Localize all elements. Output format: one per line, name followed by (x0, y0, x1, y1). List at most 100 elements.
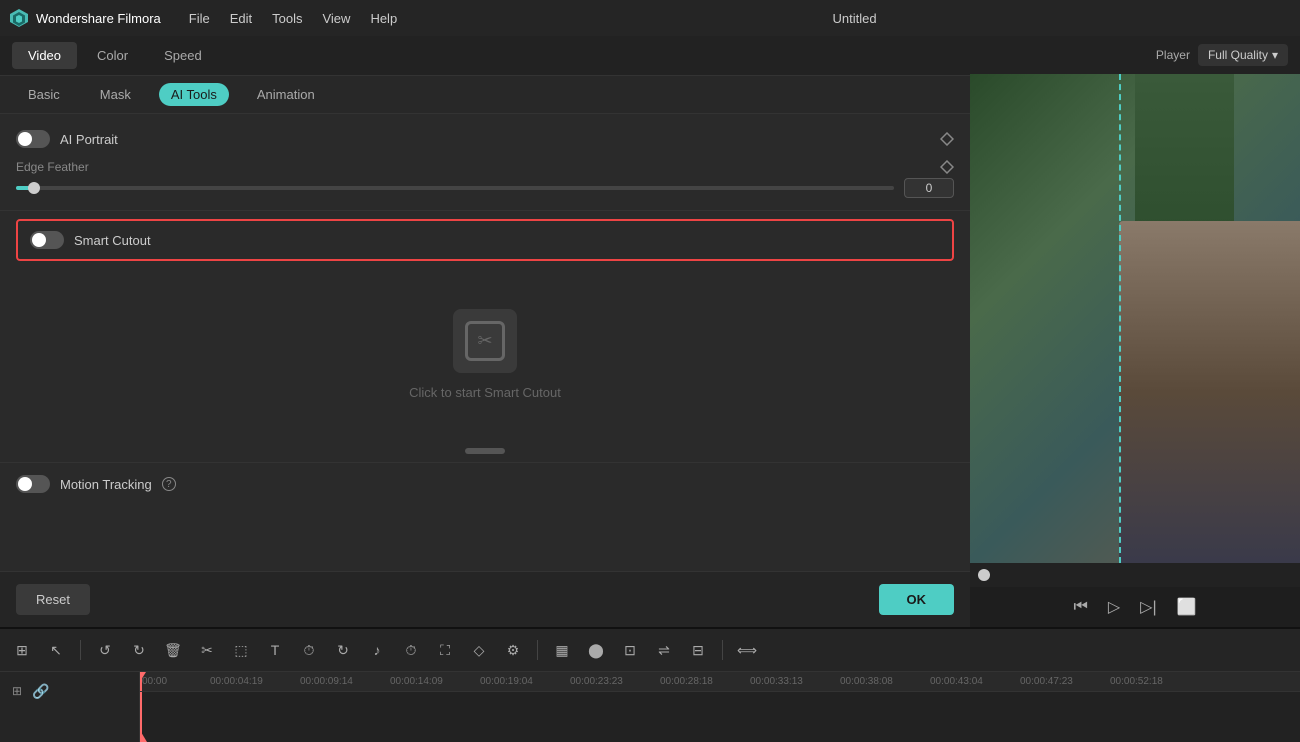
timeline-ruler: 00:00 00:00:04:19 00:00:09:14 00:00:14:0… (140, 672, 1300, 692)
step-forward-button[interactable]: ▷| (1140, 597, 1156, 617)
adjust2-btn[interactable]: ⟺ (733, 636, 761, 664)
app-logo: Wondershare Filmora (8, 7, 161, 29)
tab-video[interactable]: Video (12, 42, 77, 69)
menu-file[interactable]: File (189, 11, 210, 26)
tab-speed[interactable]: Speed (148, 42, 218, 69)
motion-tracking-toggle[interactable] (16, 475, 50, 493)
ruler-mark-10: 00:00:47:23 (1020, 676, 1110, 687)
playhead-ruler (140, 672, 142, 691)
menu-help[interactable]: Help (370, 11, 397, 26)
motion-tracking-help-icon[interactable]: ? (162, 477, 176, 491)
replace-btn[interactable]: ⊟ (684, 636, 712, 664)
video-frame (970, 74, 1300, 563)
menu-bar: Wondershare Filmora File Edit Tools View… (0, 0, 1300, 36)
sub-tabs: Basic Mask AI Tools Animation (0, 76, 970, 114)
ai-portrait-diamond-icon (940, 132, 954, 146)
reset-button[interactable]: Reset (16, 584, 90, 615)
edge-feather-slider-row: 0 (16, 178, 954, 198)
play-button[interactable]: ▷ (1108, 597, 1120, 617)
scroll-pill (465, 448, 505, 454)
player-timeline-bar[interactable] (970, 563, 1300, 587)
timeline-toolbar: ⊞ ↖ ↺ ↻ 🗑 ✂ ⬚ T ⏱ ↻ ♪ ⏱ ⛶ ◇ ⚙ ▦ ⬤ ⊡ ⇌ ⊟ … (0, 629, 1300, 672)
ruler-mark-9: 00:00:43:04 (930, 676, 1020, 687)
record-btn[interactable]: ⬤ (582, 636, 610, 664)
ai-portrait-label: AI Portrait (60, 132, 118, 147)
flip-btn[interactable]: ⇌ (650, 636, 678, 664)
split-tool-btn[interactable]: ⊞ (8, 636, 36, 664)
timer-btn[interactable]: ⏱ (295, 636, 323, 664)
player-label: Player (1156, 48, 1190, 62)
adjust-btn[interactable]: ⚙ (499, 636, 527, 664)
quality-chevron-icon: ▾ (1272, 48, 1278, 62)
ruler-marks-container: 00:00 00:00:04:19 00:00:09:14 00:00:14:0… (140, 676, 1300, 687)
timeline-track-content: 00:00 00:00:04:19 00:00:09:14 00:00:14:0… (140, 672, 1300, 742)
edge-feather-slider[interactable] (16, 186, 894, 190)
player-header: Player Full Quality ▾ (970, 36, 1300, 74)
stop-button[interactable]: ⬜ (1177, 597, 1197, 617)
tab-basic[interactable]: Basic (16, 83, 72, 106)
cut-btn[interactable]: ✂ (193, 636, 221, 664)
ruler-mark-2: 00:00:09:14 (300, 676, 390, 687)
cutout-placeholder-text: Click to start Smart Cutout (409, 385, 561, 400)
menu-edit[interactable]: Edit (230, 11, 252, 26)
select-tool-btn[interactable]: ↖ (42, 636, 70, 664)
player-scrubber[interactable] (978, 569, 990, 581)
playhead-head-icon (140, 672, 146, 680)
group-btn[interactable]: ⊡ (616, 636, 644, 664)
redo-btn[interactable]: ↻ (125, 636, 153, 664)
filmora-logo-icon (8, 7, 30, 29)
rotate-btn[interactable]: ↻ (329, 636, 357, 664)
playhead-bottom (140, 732, 147, 742)
ruler-mark-8: 00:00:38:08 (840, 676, 930, 687)
tl-sep-3 (722, 640, 723, 660)
tab-ai-tools[interactable]: AI Tools (159, 83, 229, 106)
slider-thumb[interactable] (28, 182, 40, 194)
player-video (970, 74, 1300, 563)
text-btn[interactable]: T (261, 636, 289, 664)
ai-portrait-label-row: AI Portrait (16, 130, 118, 148)
delete-btn[interactable]: 🗑 (159, 636, 187, 664)
cutout-placeholder[interactable]: Click to start Smart Cutout (0, 269, 970, 440)
top-tabs: Video Color Speed (0, 36, 970, 76)
ruler-mark-5: 00:00:23:23 (570, 676, 660, 687)
menu-view[interactable]: View (322, 11, 350, 26)
step-back-button[interactable]: ⏮ (1073, 598, 1087, 616)
shape-btn[interactable]: ◇ (465, 636, 493, 664)
tab-color[interactable]: Color (81, 42, 144, 69)
tab-animation[interactable]: Animation (245, 83, 327, 106)
ruler-mark-1: 00:00:04:19 (210, 676, 300, 687)
edge-feather-value[interactable]: 0 (904, 178, 954, 198)
ok-button[interactable]: OK (879, 584, 955, 615)
ruler-mark-3: 00:00:14:09 (390, 676, 480, 687)
speed-btn[interactable]: ⏱ (397, 636, 425, 664)
audio-btn[interactable]: ♪ (363, 636, 391, 664)
track-link-icon[interactable]: 🔗 (32, 682, 50, 700)
tab-mask[interactable]: Mask (88, 83, 143, 106)
audio2-btn[interactable]: ▦ (548, 636, 576, 664)
motion-tracking-section: Motion Tracking ? (0, 462, 970, 505)
track-label-row-1: ⊞ 🔗 (8, 676, 131, 706)
ruler-mark-0: 00:00 (140, 676, 210, 687)
edge-feather-row: Edge Feather (16, 152, 954, 178)
cutout-icon-box (453, 309, 517, 373)
menu-tools[interactable]: Tools (272, 11, 302, 26)
player-quality-selector[interactable]: Full Quality ▾ (1198, 44, 1288, 66)
track-grid-icon[interactable]: ⊞ (8, 682, 26, 700)
undo-btn[interactable]: ↺ (91, 636, 119, 664)
bottom-buttons: Reset OK (0, 571, 970, 627)
motion-tracking-row: Motion Tracking ? (16, 475, 954, 493)
ai-portrait-toggle[interactable] (16, 130, 50, 148)
window-title: Untitled (417, 11, 1292, 26)
ruler-mark-4: 00:00:19:04 (480, 676, 570, 687)
smart-cutout-label: Smart Cutout (74, 233, 151, 248)
fullscreen-btn[interactable]: ⛶ (431, 636, 459, 664)
ruler-mark-6: 00:00:28:18 (660, 676, 750, 687)
player-quality-value: Full Quality (1208, 48, 1268, 62)
edge-feather-label: Edge Feather (16, 160, 89, 174)
crop-btn[interactable]: ⬚ (227, 636, 255, 664)
ruler-mark-11: 00:00:52:18 (1110, 676, 1200, 687)
smart-cutout-toggle[interactable] (30, 231, 64, 249)
menu-items: File Edit Tools View Help (189, 11, 397, 26)
ai-portrait-row: AI Portrait (16, 126, 954, 152)
video-track-row (140, 692, 1300, 742)
